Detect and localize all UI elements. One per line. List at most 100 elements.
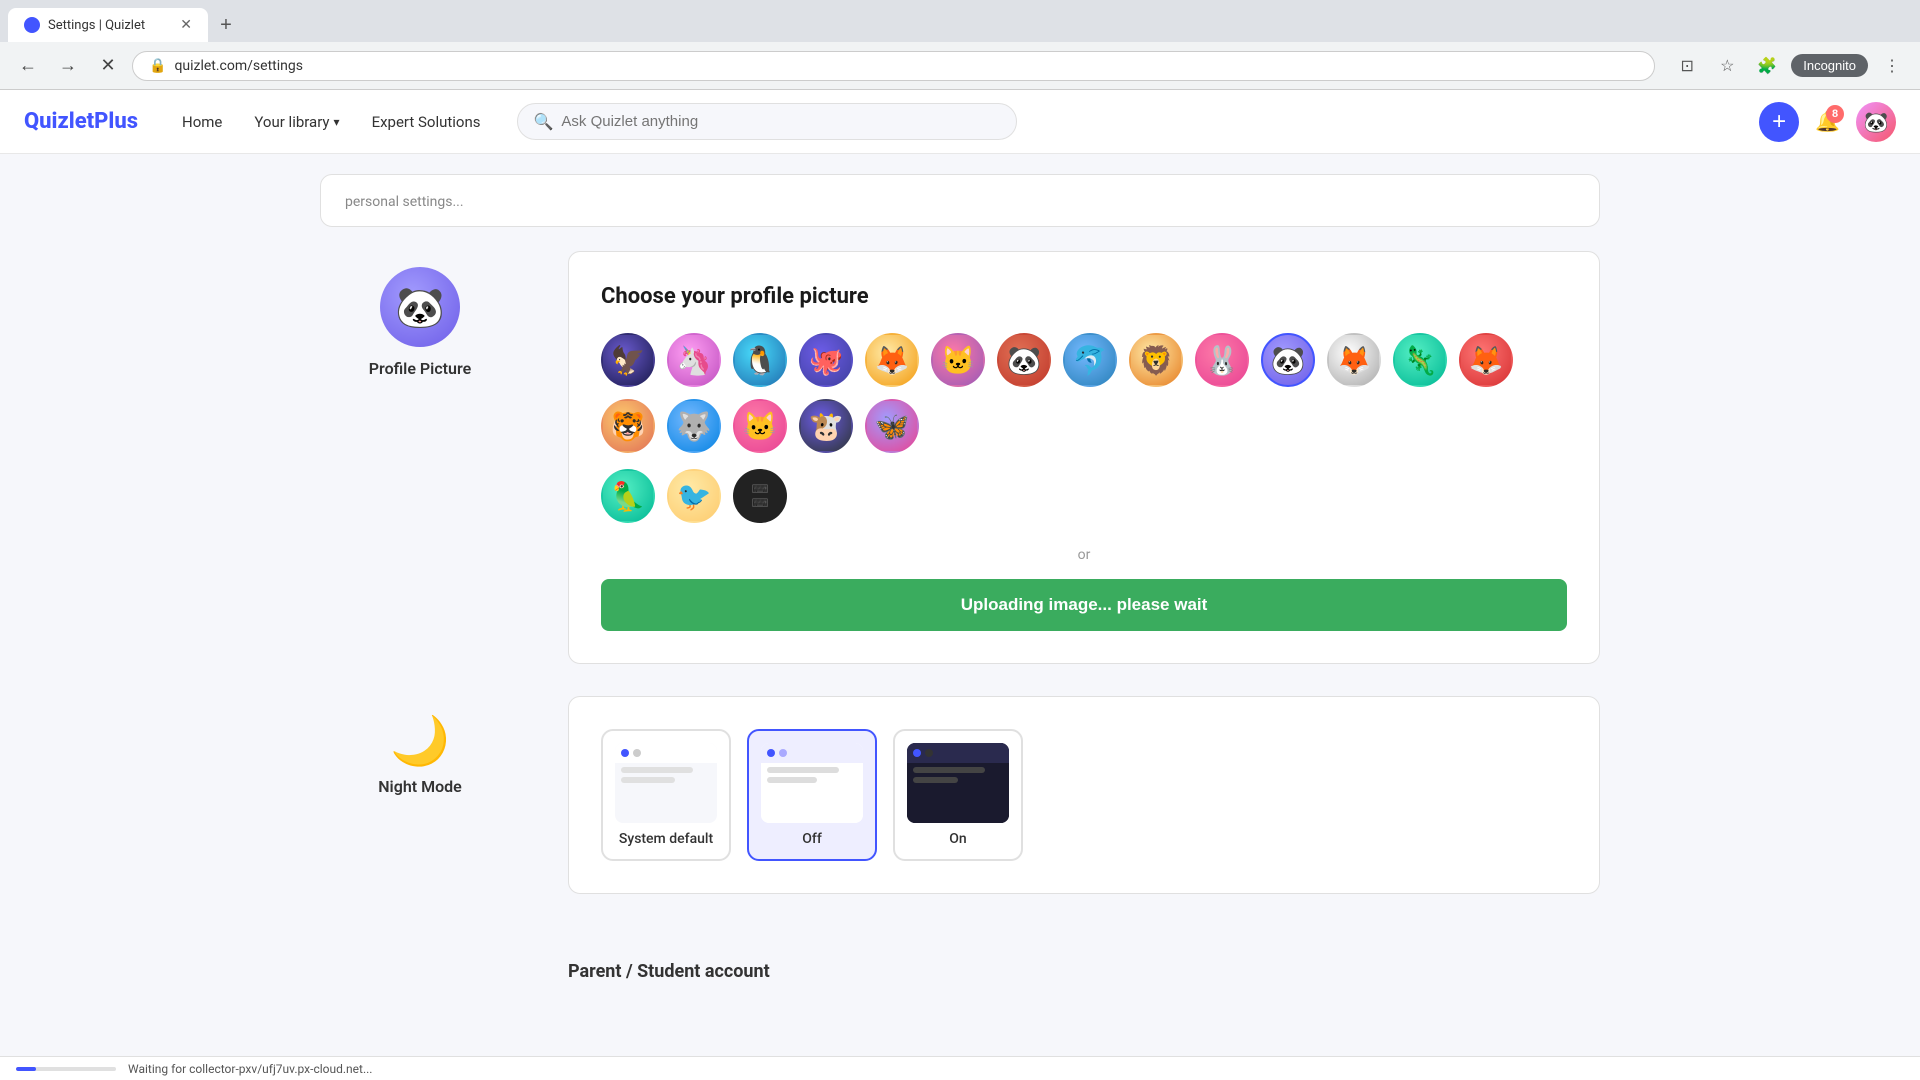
tab-close-button[interactable]: ✕	[180, 17, 192, 33]
notifications-button[interactable]: 🔔 8	[1815, 109, 1840, 134]
bookmark-icon[interactable]: ☆	[1711, 50, 1743, 82]
back-button[interactable]: ←	[12, 50, 44, 82]
avatar-option-15[interactable]: 🐯	[601, 399, 655, 453]
avatar-option-16[interactable]: 🐺	[667, 399, 721, 453]
avatar-option-2[interactable]: 🦄	[667, 333, 721, 387]
off-preview-header	[761, 743, 863, 763]
new-tab-button[interactable]: +	[212, 11, 240, 39]
night-mode-off[interactable]: Off	[747, 729, 877, 861]
night-mode-label: Night Mode	[378, 777, 462, 796]
nav-links: Home Your library ▾ Expert Solutions	[170, 105, 492, 139]
avatar-option-21[interactable]: 🐦	[667, 469, 721, 523]
nav-expert[interactable]: Expert Solutions	[360, 105, 493, 139]
preview-line-on2	[913, 777, 958, 783]
reload-button[interactable]: ✕	[92, 50, 124, 82]
search-input[interactable]	[561, 113, 999, 130]
avatar-options-row2: 🦜 🐦 ⌨ ⌨	[601, 469, 1567, 523]
night-mode-options: System default	[601, 729, 1567, 861]
avatar-option-9[interactable]: 🦁	[1129, 333, 1183, 387]
preview-q-on2	[925, 749, 933, 757]
avatar-option-12[interactable]: 🦊	[1327, 333, 1381, 387]
preview-line-off2	[767, 777, 817, 783]
avatar-option-10[interactable]: 🐰	[1195, 333, 1249, 387]
status-bar: Waiting for collector-pxv/ufj7uv.px-clou…	[0, 1056, 1920, 1080]
avatar-option-17[interactable]: 🐱	[733, 399, 787, 453]
on-preview-content	[907, 763, 1009, 823]
avatar-option-8[interactable]: 🐬	[1063, 333, 1117, 387]
preview-q-dot	[767, 749, 775, 757]
preview-dot-gray	[633, 749, 641, 757]
avatar-option-4[interactable]: 🐙	[799, 333, 853, 387]
partial-content: personal settings...	[345, 194, 464, 210]
profile-picture-label-col: 🐼 Profile Picture	[320, 251, 520, 664]
avatar-option-1[interactable]: 🦅	[601, 333, 655, 387]
avatar-option-13[interactable]: 🦎	[1393, 333, 1447, 387]
system-preview-header	[615, 743, 717, 763]
off-preview	[761, 743, 863, 823]
nav-right: + 🔔 8 🐼	[1759, 102, 1896, 142]
user-avatar[interactable]: 🐼	[1856, 102, 1896, 142]
browser-chrome: Settings | Quizlet ✕ + ← → ✕ 🔒 quizlet.c…	[0, 0, 1920, 90]
avatar-option-6[interactable]: 🐱	[931, 333, 985, 387]
preview-line-off1	[767, 767, 839, 773]
avatar-option-19[interactable]: 🦋	[865, 399, 919, 453]
cast-icon[interactable]: ⊡	[1671, 50, 1703, 82]
on-preview	[907, 743, 1009, 823]
status-progress-bar-container	[16, 1067, 116, 1071]
extension-icon[interactable]: 🧩	[1751, 50, 1783, 82]
off-preview-content	[761, 763, 863, 823]
tab-favicon	[24, 17, 40, 33]
preview-line-on1	[913, 767, 985, 773]
profile-picture-section: 🐼 Profile Picture Choose your profile pi…	[320, 251, 1600, 664]
avatar-options-row1: 🦅 🦄 🐧 🐙 🦊 🐱 🐼 🐬 🦁 🐰 🐼 🦊 🦎 🦊	[601, 333, 1567, 453]
night-mode-icon: 🌙	[390, 712, 450, 769]
night-mode-on[interactable]: On	[893, 729, 1023, 861]
forward-button[interactable]: →	[52, 50, 84, 82]
on-preview-header	[907, 743, 1009, 763]
main-nav: QuizletPlus Home Your library ▾ Expert S…	[0, 90, 1920, 154]
incognito-button[interactable]: Incognito	[1791, 54, 1868, 77]
preview-line	[621, 767, 693, 773]
search-bar[interactable]: 🔍	[517, 103, 1017, 140]
tab-title: Settings | Quizlet	[48, 18, 145, 33]
browser-right-icons: ⊡ ☆ 🧩 Incognito ⋮	[1671, 50, 1908, 82]
bottom-section-title: Parent / Student account	[568, 942, 1600, 982]
night-mode-section: 🌙 Night Mode	[320, 696, 1600, 894]
add-button[interactable]: +	[1759, 102, 1799, 142]
active-tab[interactable]: Settings | Quizlet ✕	[8, 8, 208, 42]
top-partial-section: personal settings...	[320, 174, 1600, 227]
night-mode-content: System default	[568, 696, 1600, 894]
avatar-option-5[interactable]: 🦊	[865, 333, 919, 387]
menu-icon[interactable]: ⋮	[1876, 50, 1908, 82]
avatar-option-11[interactable]: 🐼	[1261, 333, 1315, 387]
nav-home[interactable]: Home	[170, 105, 234, 139]
address-bar[interactable]: 🔒 quizlet.com/settings	[132, 51, 1655, 81]
profile-picture-label: Profile Picture	[369, 359, 471, 378]
avatar-option-22[interactable]: ⌨ ⌨	[733, 469, 787, 523]
system-preview-content	[615, 763, 717, 823]
parent-student-label: Parent / Student account	[568, 961, 770, 982]
profile-picture-content: Choose your profile picture 🦅 🦄 🐧 🐙 🦊 🐱 …	[568, 251, 1600, 664]
main-content: personal settings... 🐼 Profile Picture C…	[0, 154, 1920, 1030]
app: QuizletPlus Home Your library ▾ Expert S…	[0, 90, 1920, 1030]
avatar-option-7[interactable]: 🐼	[997, 333, 1051, 387]
night-mode-system[interactable]: System default	[601, 729, 731, 861]
avatar-option-14[interactable]: 🦊	[1459, 333, 1513, 387]
tab-bar: Settings | Quizlet ✕ +	[0, 0, 1920, 42]
or-divider: or	[601, 547, 1567, 563]
bottom-partial-content: Parent / Student account	[568, 926, 1600, 998]
settings-container: personal settings... 🐼 Profile Picture C…	[320, 154, 1600, 1030]
avatar-option-18[interactable]: 🐮	[799, 399, 853, 453]
logo[interactable]: QuizletPlus	[24, 109, 138, 134]
bottom-label-col	[320, 926, 520, 998]
avatar-option-20[interactable]: 🦜	[601, 469, 655, 523]
nav-library[interactable]: Your library ▾	[242, 105, 351, 139]
status-text: Waiting for collector-pxv/ufj7uv.px-clou…	[128, 1062, 372, 1076]
preview-dot-blue	[621, 749, 629, 757]
system-default-label: System default	[615, 831, 717, 847]
preview-q-dot2	[779, 749, 787, 757]
avatar-option-3[interactable]: 🐧	[733, 333, 787, 387]
on-label: On	[907, 831, 1009, 847]
upload-image-button[interactable]: Uploading image... please wait	[601, 579, 1567, 631]
browser-toolbar: ← → ✕ 🔒 quizlet.com/settings ⊡ ☆ 🧩 Incog…	[0, 42, 1920, 90]
